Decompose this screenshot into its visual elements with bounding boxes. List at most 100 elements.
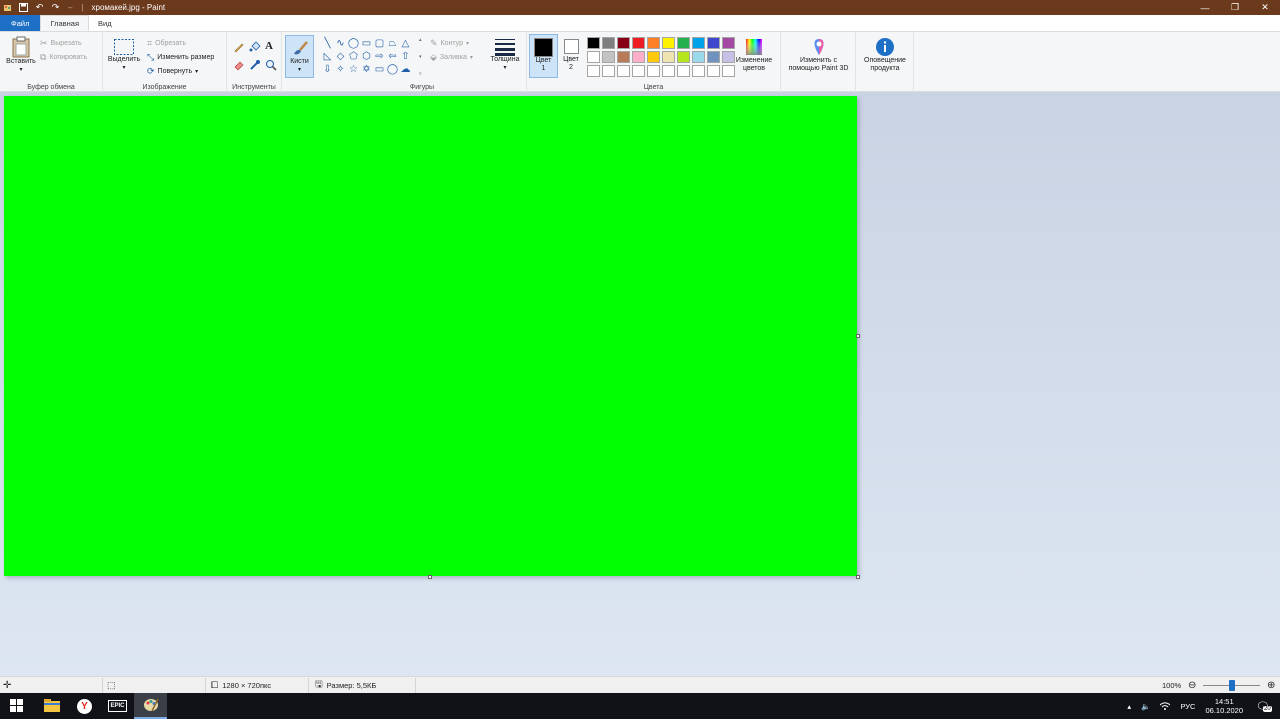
tab-home[interactable]: Главная [40,15,89,31]
canvas-resize-handle-bottom[interactable] [428,575,432,579]
cloud-callout-shape-icon[interactable]: ☁ [399,63,412,76]
taskbar-paint[interactable] [134,693,167,719]
color-swatch[interactable] [692,65,705,77]
oval-callout-shape-icon[interactable]: ◯ [386,63,399,76]
color-swatch[interactable] [587,51,600,63]
color-swatch[interactable] [662,51,675,63]
color-swatch[interactable] [707,51,720,63]
left-arrow-shape-icon[interactable]: ⇦ [386,50,399,63]
action-center-button[interactable]: 🗨 20 [1248,700,1280,713]
taskbar-yandex-browser[interactable]: Y [68,693,101,719]
color-swatch[interactable] [647,51,660,63]
brushes-button[interactable]: Кисти ▾ [285,35,314,78]
taskbar-epic-games[interactable]: EPIC [101,693,134,719]
color-swatch[interactable] [602,65,615,77]
color-swatch[interactable] [632,51,645,63]
color-swatch[interactable] [617,65,630,77]
select-dropdown-icon[interactable]: ▾ [122,64,125,72]
rectangle-shape-icon[interactable]: ▭ [360,37,373,50]
oval-shape-icon[interactable]: ◯ [347,37,360,50]
diamond-shape-icon[interactable]: ◇ [334,50,347,63]
up-arrow-shape-icon[interactable]: ⇧ [399,50,412,63]
down-arrow-shape-icon[interactable]: ⇩ [321,63,334,76]
pentagon-shape-icon[interactable]: ⬠ [347,50,360,63]
canvas-resize-handle-right[interactable] [856,334,860,338]
rounded-rectangle-shape-icon[interactable]: ▢ [373,37,386,50]
color-swatch[interactable] [587,65,600,77]
line-shape-icon[interactable]: ╲ [321,37,334,50]
six-point-star-shape-icon[interactable]: ✡ [360,63,373,76]
shapes-scroll-up-icon[interactable]: ▴ [419,37,426,43]
four-point-star-shape-icon[interactable]: ✧ [334,63,347,76]
color-swatch[interactable] [647,65,660,77]
eraser-icon[interactable] [233,59,245,71]
tab-view[interactable]: Вид [89,15,121,31]
paste-dropdown-icon[interactable]: ▾ [19,66,22,74]
color-swatch[interactable] [677,37,690,49]
hexagon-shape-icon[interactable]: ⬡ [360,50,373,63]
curve-shape-icon[interactable]: ∿ [334,37,347,50]
zoom-out-icon[interactable]: ⊖ [1188,677,1196,694]
minimize-icon[interactable]: — [1190,0,1220,15]
close-icon[interactable]: ✕ [1250,0,1280,15]
color-swatch[interactable] [617,37,630,49]
text-tool-icon[interactable]: A [265,40,273,52]
right-arrow-shape-icon[interactable]: ⇨ [373,50,386,63]
redo-icon[interactable]: ↷ [50,2,61,13]
restore-icon[interactable]: ❐ [1220,0,1250,15]
color-swatch[interactable] [632,65,645,77]
product-notice-button[interactable]: Оповещение продукта [858,37,912,73]
undo-icon[interactable]: ↶ [34,2,45,13]
color-swatch[interactable] [692,51,705,63]
color1-button[interactable]: Цвет 1 [529,34,558,78]
color-swatch[interactable] [617,51,630,63]
taskbar-file-explorer[interactable] [35,693,68,719]
show-hidden-icons[interactable]: ▴ [1122,702,1136,711]
quick-access-separator[interactable]: – [68,3,72,12]
paint-app-icon[interactable] [2,2,13,13]
pencil-icon[interactable] [233,41,245,53]
color-swatch[interactable] [602,51,615,63]
right-triangle-shape-icon[interactable]: ◺ [321,50,334,63]
color-swatch[interactable] [632,37,645,49]
polygon-shape-icon[interactable]: ⏢ [386,37,399,50]
size-button[interactable]: Толщина ▾ [486,38,524,72]
brushes-dropdown-icon[interactable]: ▾ [298,66,301,74]
outline-button[interactable]: ✎ Контур ▾ [430,38,469,49]
tab-file[interactable]: Файл [0,15,41,31]
color-picker-icon[interactable] [249,59,261,71]
cut-button[interactable]: ✂ Вырезать [40,38,82,49]
copy-button[interactable]: ⧉ Копировать [40,52,87,63]
resize-button[interactable]: ⤡ Изменить размер [147,52,214,63]
select-button[interactable]: Выделить ▾ [105,38,143,72]
five-point-star-shape-icon[interactable]: ☆ [347,63,360,76]
color-swatch[interactable] [662,65,675,77]
paint3d-button[interactable]: Изменить с помощью Paint 3D [783,37,854,73]
color-swatch[interactable] [707,37,720,49]
size-dropdown-icon[interactable]: ▾ [503,64,506,72]
shapes-scroll-down-icon[interactable]: ▾ [419,54,426,60]
color-swatch[interactable] [662,37,675,49]
color-swatch[interactable] [677,51,690,63]
volume-icon[interactable]: 🔈 [1136,702,1155,711]
color-swatch[interactable] [707,65,720,77]
canvas-resize-handle-corner[interactable] [856,575,860,579]
rotate-dropdown-icon[interactable]: ▾ [195,68,198,75]
rounded-callout-shape-icon[interactable]: ▭ [373,63,386,76]
drawing-canvas[interactable] [4,96,857,576]
crop-button[interactable]: ⌗ Обрезать [147,38,186,49]
rotate-button[interactable]: ⟳ Повернуть ▾ [147,66,198,77]
shapes-expand-icon[interactable]: ▿ [419,71,426,77]
magnifier-icon[interactable] [265,59,277,71]
zoom-slider-thumb[interactable] [1228,680,1235,691]
color-swatch[interactable] [647,37,660,49]
network-icon[interactable] [1155,702,1175,710]
color-swatch[interactable] [587,37,600,49]
start-button[interactable] [0,693,33,719]
color-swatch[interactable] [602,37,615,49]
color-swatch[interactable] [677,65,690,77]
fill-button[interactable]: ⬙ Заливка ▾ [430,52,473,63]
color-swatch[interactable] [692,37,705,49]
triangle-shape-icon[interactable]: △ [399,37,412,50]
input-language[interactable]: РУС [1175,702,1200,711]
